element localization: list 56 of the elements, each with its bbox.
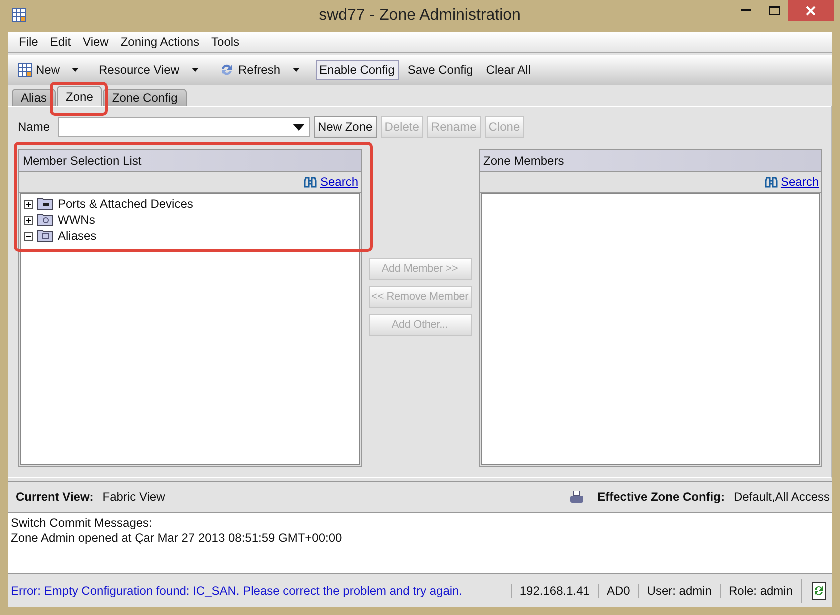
toolbar-button[interactable]: Clear All <box>482 60 535 80</box>
tab[interactable]: Zone <box>57 86 102 106</box>
highlight-frame <box>50 82 108 116</box>
close-icon <box>806 6 816 16</box>
app-grid-icon <box>12 8 26 22</box>
effective-config-label: Effective Zone Config: <box>598 490 725 504</box>
message-line: Switch Commit Messages: <box>11 516 154 531</box>
name-label: Name <box>18 120 50 134</box>
effective-config-value: Default,All Access <box>734 490 830 504</box>
menu-item[interactable]: Tools <box>206 35 245 49</box>
dropdown-arrow-icon <box>293 124 306 130</box>
error-message: Error: Empty Configuration found: IC_SAN. Please correct the problem and try again. <box>11 584 463 598</box>
current-view-value: Fabric View <box>102 490 166 504</box>
folder-icon <box>37 213 54 227</box>
zone-button[interactable]: New Zone <box>314 116 377 138</box>
window-title: swd77 - Zone Administration <box>318 7 522 25</box>
expand-icon[interactable] <box>24 216 33 224</box>
search-link[interactable]: Search <box>304 175 358 189</box>
toolbar-dropdown[interactable]: Refresh <box>214 59 304 81</box>
toolbar-dropdown[interactable]: New <box>14 60 84 80</box>
tab[interactable]: Alias <box>12 89 56 106</box>
caret-icon <box>192 68 198 72</box>
menu-item[interactable]: Edit <box>45 35 76 49</box>
expand-icon[interactable] <box>24 200 33 208</box>
minimize-icon[interactable] <box>741 9 751 12</box>
menu-item[interactable]: Zoning Actions <box>116 35 205 49</box>
panel-title: Member Selection List <box>23 154 142 168</box>
folder-icon <box>37 229 54 243</box>
toolbar-button[interactable]: Save Config <box>404 60 478 80</box>
menu-item[interactable]: View <box>78 35 114 49</box>
status-field: 192.168.1.41 <box>510 584 598 598</box>
status-field: User: admin <box>638 584 720 598</box>
current-view-label: Current View: <box>16 490 94 504</box>
toolbar-dropdown[interactable]: Resource View <box>95 60 202 80</box>
search-link[interactable]: Search <box>764 175 819 189</box>
toolbar-button[interactable]: Enable Config <box>316 60 399 80</box>
tree-item[interactable]: WWNs <box>58 213 96 227</box>
status-field: AD0 <box>598 584 638 598</box>
menu-item[interactable]: File <box>14 35 44 49</box>
app-grid-icon <box>18 63 32 77</box>
tree-item[interactable]: Aliases <box>58 229 97 243</box>
tree-item[interactable]: Ports & Attached Devices <box>58 197 194 211</box>
message-line: Zone Admin opened at Çar Mar 27 2013 08:51:59 GMT+00:00 <box>11 531 344 546</box>
sync-icon[interactable] <box>812 582 826 600</box>
caret-icon <box>72 68 80 72</box>
maximize-icon[interactable] <box>768 6 780 15</box>
binoculars-icon <box>304 176 318 188</box>
tab[interactable]: Zone Config <box>103 89 187 106</box>
status-field: Role: admin <box>720 584 801 598</box>
binoculars-icon <box>764 176 778 188</box>
caret-icon <box>292 68 300 72</box>
close-button[interactable] <box>788 0 834 21</box>
panel-title: Zone Members <box>484 154 564 168</box>
printer-icon[interactable] <box>570 490 584 504</box>
collapse-icon[interactable] <box>24 232 33 240</box>
folder-icon <box>37 197 54 211</box>
